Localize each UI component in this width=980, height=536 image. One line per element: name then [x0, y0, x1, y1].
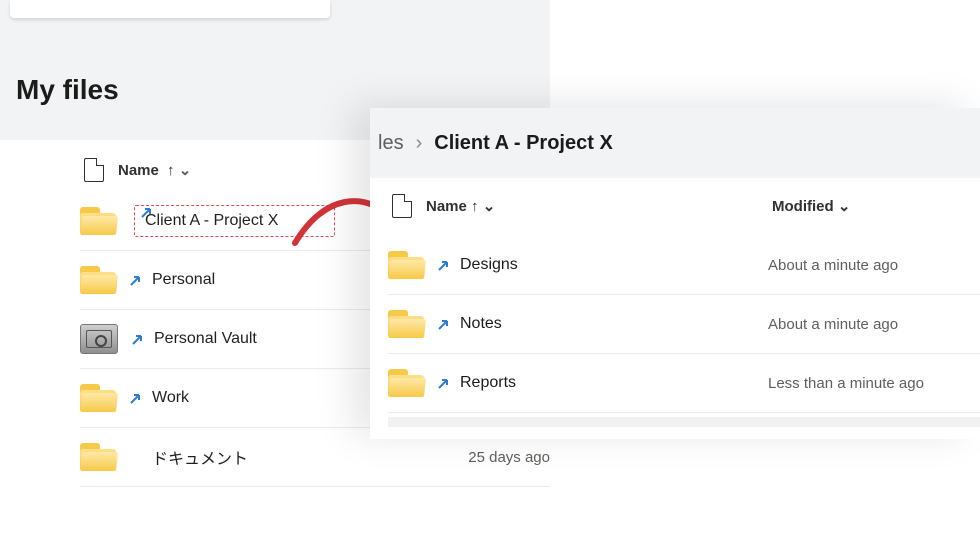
- chevron-down-icon[interactable]: ⌄: [838, 198, 851, 215]
- folder-icon: [80, 266, 116, 294]
- breadcrumb-current: Client A - Project X: [434, 132, 613, 155]
- file-name: Personal: [152, 271, 215, 289]
- vault-icon: [80, 324, 118, 354]
- page-title: My files: [16, 74, 119, 106]
- breadcrumb-parent[interactable]: les: [378, 132, 404, 155]
- sort-arrow-icon: ↑: [167, 162, 175, 179]
- column-header-row: Name ↑ ⌄ Modified ⌄: [388, 194, 980, 236]
- file-name: Notes: [460, 315, 502, 333]
- file-name: Personal Vault: [154, 330, 257, 348]
- chevron-right-icon: ›: [416, 132, 423, 155]
- folder-icon: [388, 310, 424, 338]
- file-name: Client A - Project X: [145, 212, 278, 229]
- column-name-label: Name: [426, 198, 467, 215]
- file-type-icon: [84, 158, 104, 182]
- file-name: Designs: [460, 256, 518, 274]
- panel-folder-detail: les › Client A - Project X Name ↑ ⌄ Modi…: [370, 108, 980, 439]
- modified-date: Less than a minute ago: [768, 375, 924, 392]
- chevron-down-icon[interactable]: ⌄: [179, 162, 192, 179]
- file-name: Reports: [460, 374, 516, 392]
- folder-icon: [388, 251, 424, 279]
- sort-arrow-icon: ↑: [471, 198, 479, 215]
- column-name-label: Name: [118, 162, 159, 179]
- column-name-header[interactable]: Name ↑ ⌄: [118, 161, 191, 179]
- breadcrumb: les › Client A - Project X: [370, 108, 980, 178]
- column-name-header[interactable]: Name ↑ ⌄: [426, 197, 495, 215]
- folder-icon: [80, 384, 116, 412]
- column-modified-label: Modified: [772, 198, 834, 215]
- chevron-down-icon[interactable]: ⌄: [483, 198, 496, 215]
- folder-icon: [80, 207, 116, 235]
- file-name: ドキュメント: [152, 445, 248, 469]
- file-list-b: Name ↑ ⌄ Modified ⌄ Designs About a minut…: [370, 178, 980, 439]
- file-row[interactable]: Notes About a minute ago: [388, 295, 980, 354]
- column-modified-header[interactable]: Modified ⌄: [772, 197, 850, 215]
- highlight-box: Client A - Project X: [134, 205, 335, 237]
- folder-icon: [80, 443, 116, 471]
- file-row[interactable]: Reports Less than a minute ago: [388, 354, 980, 413]
- folder-icon: [388, 369, 424, 397]
- modified-date: About a minute ago: [768, 316, 898, 333]
- window-tab: [10, 0, 330, 18]
- file-type-icon: [392, 194, 412, 218]
- horizontal-scrollbar[interactable]: [388, 417, 980, 427]
- modified-date: About a minute ago: [768, 257, 898, 274]
- modified-date: 25 days ago: [468, 449, 550, 466]
- file-row[interactable]: Designs About a minute ago: [388, 236, 980, 295]
- file-name: Work: [152, 389, 189, 407]
